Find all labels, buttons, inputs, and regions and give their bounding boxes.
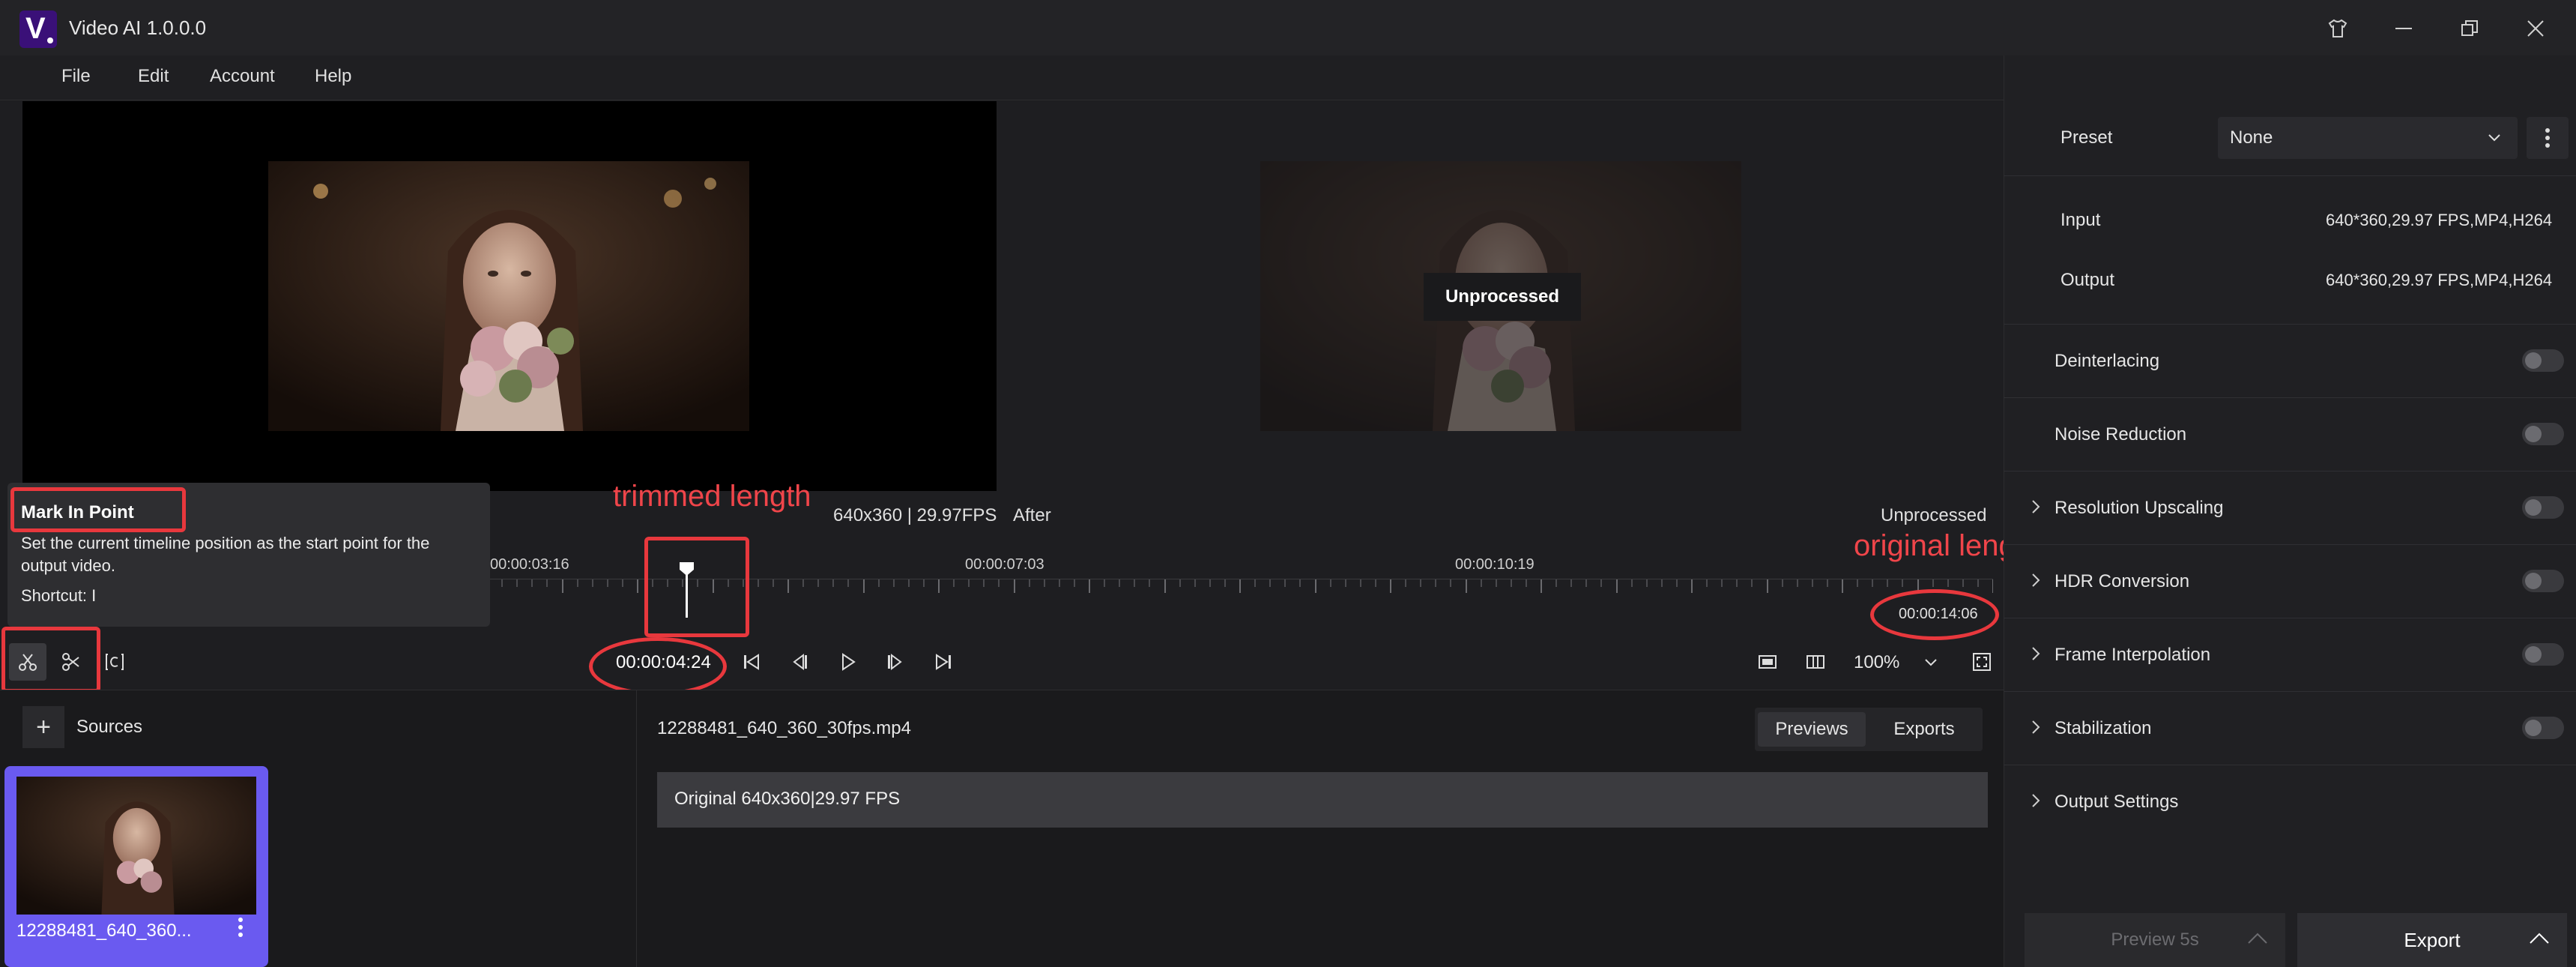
noise-reduction-toggle[interactable] (2522, 423, 2564, 445)
annotation-ellipse-current-time (589, 637, 727, 696)
output-settings-chevron-right-icon[interactable] (2029, 792, 2043, 815)
divider (2004, 397, 2576, 398)
before-video-frame (268, 161, 749, 431)
previous-frame-icon[interactable] (781, 643, 818, 681)
stabilization-toggle[interactable] (2522, 717, 2564, 739)
resolution-upscaling-toggle[interactable] (2522, 496, 2564, 519)
tooltip-shortcut: Shortcut: I (21, 586, 97, 605)
timeline-tick-label: 00:00:03:16 (490, 556, 569, 573)
menu-file[interactable]: File (61, 66, 91, 87)
output-label: Output (2061, 270, 2115, 290)
processing-status: Unprocessed (1881, 505, 1987, 525)
menu-edit[interactable]: Edit (138, 66, 169, 87)
deinterlacing-label: Deinterlacing (2055, 351, 2160, 371)
skip-to-start-icon[interactable] (733, 643, 770, 681)
divider (2004, 691, 2576, 692)
source-file-name: 12288481_640_360... (16, 921, 192, 941)
minimize-icon[interactable] (2387, 12, 2420, 45)
preset-more-icon[interactable] (2527, 117, 2569, 159)
next-frame-icon[interactable] (877, 643, 914, 681)
annotation-box-tooltip-title (10, 487, 186, 532)
restore-icon[interactable] (2453, 12, 2486, 45)
play-icon[interactable] (829, 643, 866, 681)
window-title: Video AI 1.0.0.0 (69, 16, 207, 39)
annotation-box-playhead (644, 537, 749, 637)
hdr-chevron-right-icon[interactable] (2029, 571, 2043, 594)
hdr-conversion-toggle[interactable] (2522, 570, 2564, 592)
current-file-name: 12288481_640_360_30fps.mp4 (657, 718, 911, 738)
section-frame-interpolation[interactable]: Frame Interpolation (2055, 645, 2210, 666)
source-more-icon[interactable] (237, 916, 244, 945)
timeline-tick-label: 00:00:07:03 (965, 556, 1044, 573)
annotation-box-mark-buttons (1, 627, 100, 693)
section-stabilization[interactable]: Stabilization (2055, 718, 2151, 739)
input-value: 640*360,29.97 FPS,MP4,H264 (2326, 211, 2553, 229)
resolution-chevron-right-icon[interactable] (2029, 498, 2043, 521)
app-logo: V (19, 10, 57, 48)
video-info: 640x360 | 29.97FPS (833, 505, 997, 525)
annotation-trimmed-length: trimmed length (613, 480, 811, 513)
section-resolution-upscaling[interactable]: Resolution Upscaling (2055, 498, 2223, 519)
sources-title: Sources (76, 717, 143, 737)
section-output-settings[interactable]: Output Settings (2055, 792, 2178, 813)
preview-5s-button[interactable]: Preview 5s (2025, 913, 2285, 967)
chevron-up-icon (2248, 933, 2267, 944)
divider (2004, 324, 2576, 325)
tab-previews[interactable]: Previews (1758, 712, 1866, 747)
annotation-ellipse-end-time (1870, 589, 1999, 640)
zoom-level[interactable]: 100% (1854, 652, 1899, 673)
menu-help[interactable]: Help (315, 66, 351, 87)
preset-label: Preset (2061, 127, 2113, 148)
fullscreen-icon[interactable] (1963, 643, 2001, 681)
timeline-tick-label: 00:00:10:19 (1455, 556, 1535, 573)
chevron-up-icon (2530, 933, 2549, 944)
stabilization-chevron-right-icon[interactable] (2029, 718, 2043, 741)
after-label: After (1013, 505, 1051, 525)
output-value: 640*360,29.97 FPS,MP4,H264 (2326, 271, 2553, 289)
zoom-chevron-down-icon[interactable] (1912, 643, 1950, 681)
frame-interp-chevron-right-icon[interactable] (2029, 645, 2043, 668)
export-button[interactable]: Export (2297, 913, 2567, 967)
unprocessed-badge: Unprocessed (1424, 273, 1581, 321)
tooltip-description: Set the current timeline position as the… (21, 534, 430, 575)
title-bar (0, 0, 2576, 55)
noise-reduction-label: Noise Reduction (2055, 424, 2187, 445)
input-label: Input (2061, 210, 2101, 230)
preset-chevron-down-icon (2486, 129, 2503, 149)
divider (2004, 175, 2576, 176)
clear-marks-button[interactable] (96, 643, 133, 681)
preset-value: None (2230, 127, 2273, 148)
divider (2004, 544, 2576, 545)
theme-shirt-icon[interactable] (2321, 12, 2354, 45)
menu-account[interactable]: Account (210, 66, 275, 87)
section-hdr-conversion[interactable]: HDR Conversion (2055, 571, 2189, 592)
split-view-icon[interactable] (1797, 643, 1834, 681)
single-view-icon[interactable] (1749, 643, 1786, 681)
divider (2004, 471, 2576, 472)
skip-to-end-icon[interactable] (925, 643, 962, 681)
tab-exports[interactable]: Exports (1870, 712, 1978, 747)
close-icon[interactable] (2519, 12, 2552, 45)
add-source-button[interactable]: + (22, 706, 64, 748)
frame-interpolation-toggle[interactable] (2522, 643, 2564, 666)
original-preview-label: Original 640x360|29.97 FPS (674, 789, 901, 809)
source-thumbnail[interactable] (16, 777, 256, 915)
deinterlacing-toggle[interactable] (2522, 349, 2564, 372)
